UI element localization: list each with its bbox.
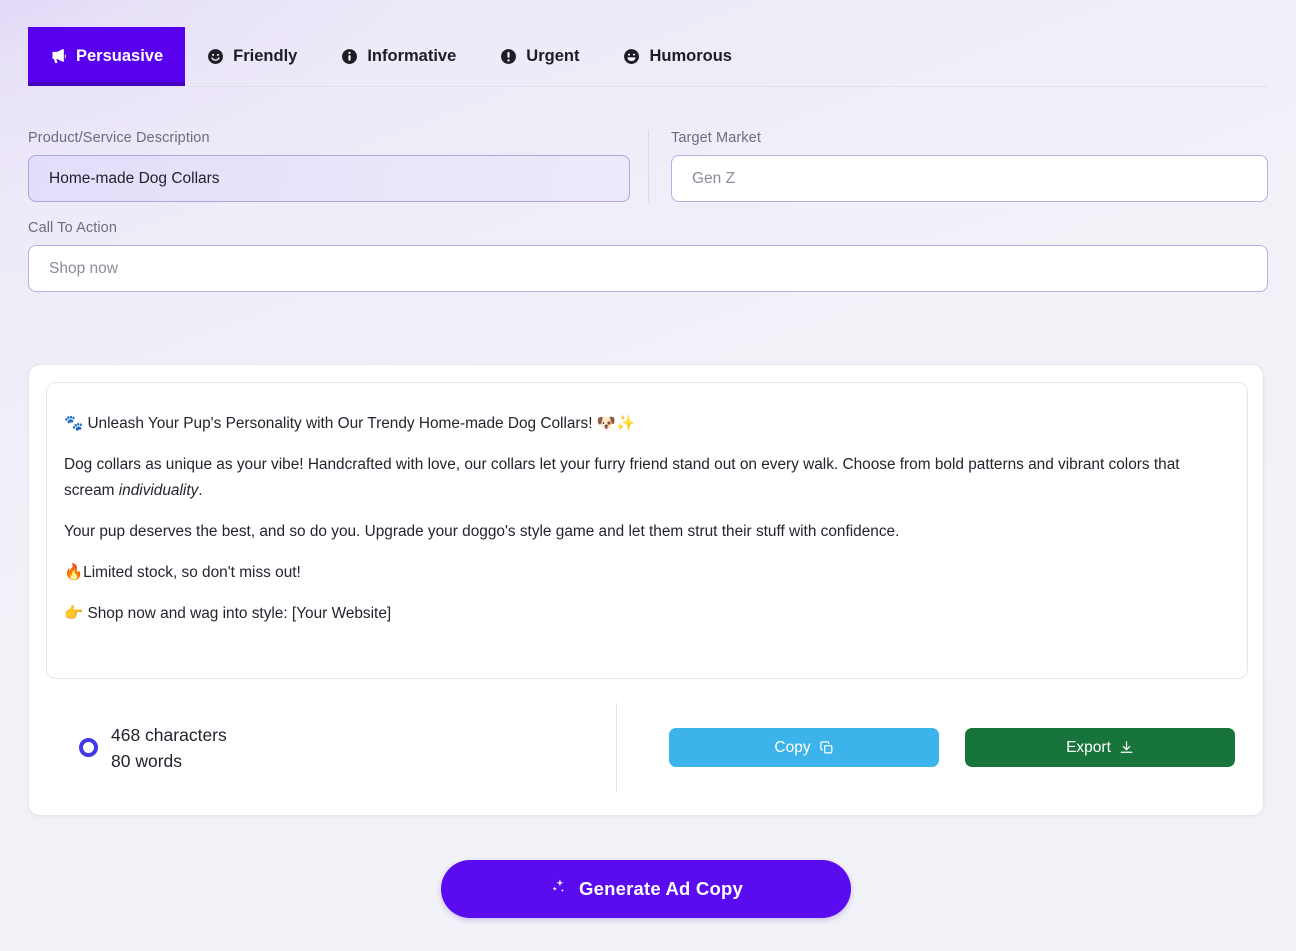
megaphone-icon bbox=[50, 48, 67, 65]
call-to-action-input[interactable] bbox=[28, 245, 1268, 292]
tab-label: Urgent bbox=[526, 47, 580, 65]
generated-copy-text[interactable]: 🐾 Unleash Your Pup's Personality with Ou… bbox=[46, 382, 1248, 679]
generate-ad-copy-button[interactable]: Generate Ad Copy bbox=[441, 860, 851, 918]
copy-paragraph-3: 🔥Limited stock, so don't miss out! bbox=[64, 564, 301, 581]
generate-button-label: Generate Ad Copy bbox=[579, 878, 743, 899]
call-to-action-field-group: Call To Action bbox=[28, 220, 1268, 292]
tab-label: Persuasive bbox=[76, 47, 164, 65]
copy-p1-emphasis: individuality bbox=[118, 482, 199, 499]
copy-p1-post: . bbox=[198, 482, 203, 499]
tab-label: Informative bbox=[367, 47, 457, 65]
input-form: Product/Service Description Target Marke… bbox=[28, 130, 1268, 292]
form-row-top: Product/Service Description Target Marke… bbox=[28, 130, 1268, 202]
word-count: 80 words bbox=[111, 750, 183, 771]
copy-button-label: Copy bbox=[774, 738, 811, 756]
tab-label: Humorous bbox=[649, 47, 732, 65]
grinning-face-icon bbox=[623, 48, 640, 65]
copy-icon bbox=[819, 740, 834, 755]
status-ring-icon bbox=[79, 738, 98, 757]
target-market-label: Target Market bbox=[671, 130, 761, 146]
copy-paragraph-1: Dog collars as unique as your vibe! Hand… bbox=[64, 452, 1229, 504]
download-icon bbox=[1119, 740, 1134, 755]
sparkles-icon bbox=[549, 877, 568, 901]
copy-paragraph-2: Your pup deserves the best, and so do yo… bbox=[64, 523, 900, 540]
generated-copy-card: 🐾 Unleash Your Pup's Personality with Ou… bbox=[28, 364, 1264, 816]
product-field-group: Product/Service Description bbox=[28, 130, 648, 202]
call-to-action-label: Call To Action bbox=[28, 220, 117, 236]
form-row-cta: Call To Action bbox=[28, 220, 1268, 292]
copy-p1-pre: Dog collars as unique as your vibe! Hand… bbox=[64, 456, 1180, 499]
tab-persuasive[interactable]: Persuasive bbox=[28, 27, 186, 86]
smiley-face-icon bbox=[207, 48, 224, 65]
result-actions: Copy Export bbox=[617, 728, 1248, 767]
product-label: Product/Service Description bbox=[28, 130, 210, 146]
target-market-input[interactable] bbox=[671, 155, 1268, 202]
export-button[interactable]: Export bbox=[965, 728, 1235, 767]
ad-copy-generator-app: Persuasive Friendly Informative Urgent H… bbox=[0, 0, 1296, 951]
target-market-field-group: Target Market bbox=[648, 130, 1268, 202]
product-description-input[interactable] bbox=[28, 155, 630, 202]
copy-paragraph-4: 👉 Shop now and wag into style: [Your Web… bbox=[64, 605, 392, 622]
copy-stats: 468 characters 80 words bbox=[46, 722, 616, 774]
tab-label: Friendly bbox=[233, 47, 298, 65]
export-button-label: Export bbox=[1066, 738, 1111, 756]
tab-urgent[interactable]: Urgent bbox=[478, 27, 601, 86]
tab-informative[interactable]: Informative bbox=[319, 27, 478, 86]
info-circle-icon bbox=[341, 48, 358, 65]
tab-friendly[interactable]: Friendly bbox=[185, 27, 319, 86]
exclamation-circle-icon bbox=[500, 48, 517, 65]
stat-lines: 468 characters 80 words bbox=[111, 722, 227, 774]
copy-headline: 🐾 Unleash Your Pup's Personality with Ou… bbox=[64, 415, 636, 432]
character-count: 468 characters bbox=[111, 724, 227, 745]
copy-button[interactable]: Copy bbox=[669, 728, 939, 767]
tab-humorous[interactable]: Humorous bbox=[601, 27, 754, 86]
result-footer: 468 characters 80 words Copy Export bbox=[46, 695, 1248, 800]
tone-tab-bar: Persuasive Friendly Informative Urgent H… bbox=[28, 27, 1268, 87]
